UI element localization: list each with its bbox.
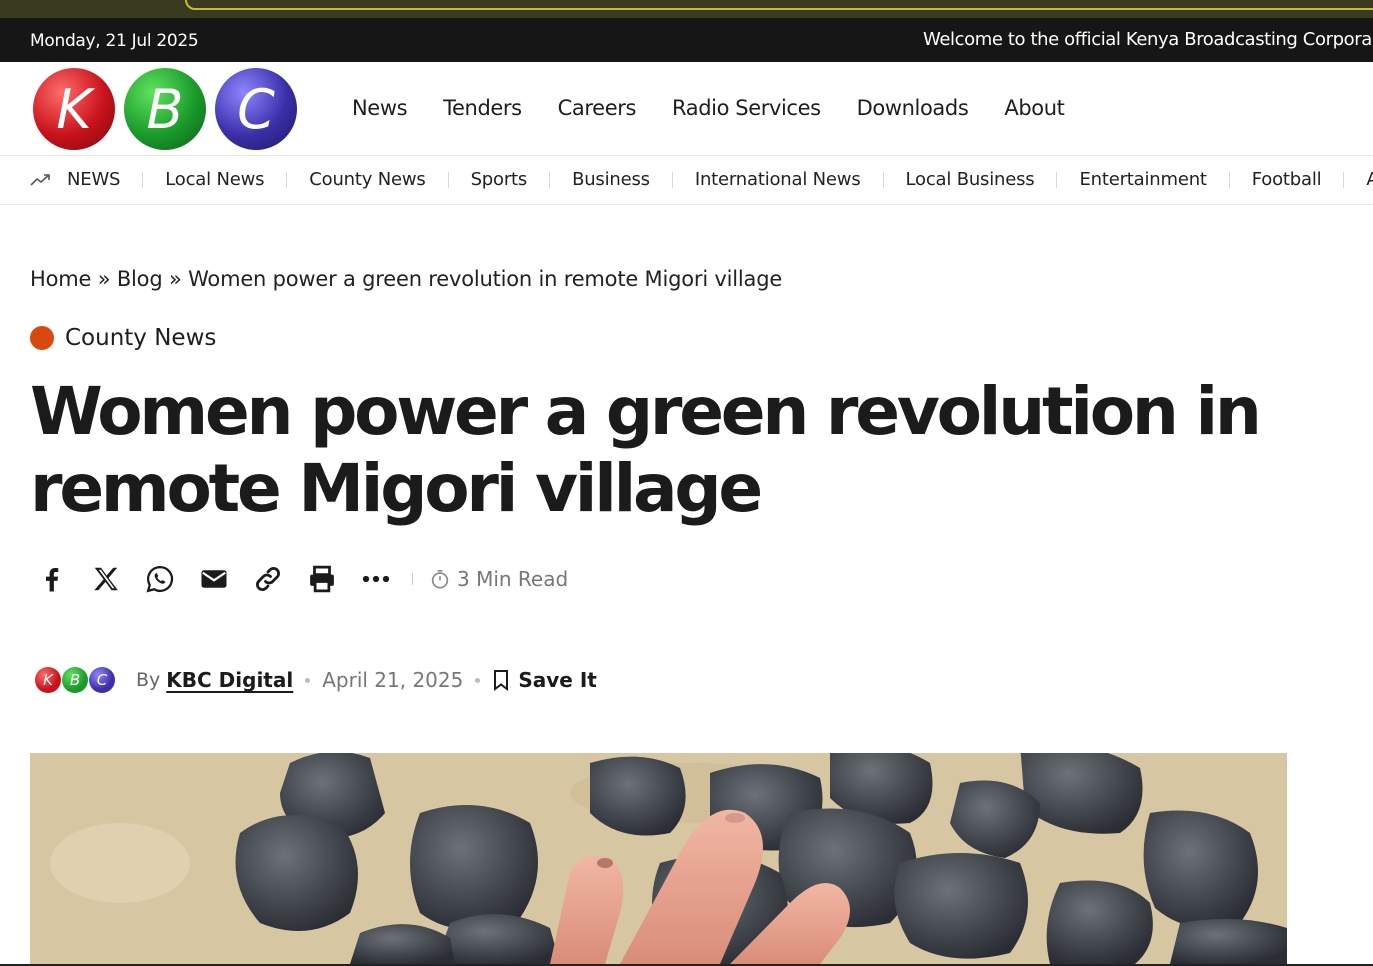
cat-international-news[interactable]: International News — [695, 169, 861, 190]
logo-letter-k: K — [33, 68, 115, 150]
author-avatar[interactable]: K B C — [35, 667, 116, 693]
trending-up-icon — [30, 173, 50, 186]
breadcrumb-home[interactable]: Home — [30, 267, 91, 291]
nav-downloads[interactable]: Downloads — [857, 96, 969, 120]
by-label: By — [136, 669, 161, 691]
whatsapp-icon[interactable] — [144, 563, 176, 595]
cat-local-news[interactable]: Local News — [165, 169, 264, 190]
article-meta: K B C By KBC Digital April 21, 2025 Save… — [35, 662, 597, 698]
kbc-logo[interactable]: K B C — [33, 68, 299, 150]
article-title: Women power a green revolution in remote… — [30, 373, 1262, 527]
share-bar: 3 Min Read — [36, 562, 568, 596]
meta-bullet — [475, 677, 481, 683]
site-header: K B C News Tenders Careers Radio Service… — [0, 62, 1373, 156]
article-category[interactable]: County News — [30, 325, 216, 351]
stopwatch-icon — [431, 569, 449, 589]
save-label: Save It — [518, 668, 597, 692]
nav-careers[interactable]: Careers — [558, 96, 637, 120]
link-icon[interactable] — [252, 563, 284, 595]
email-icon[interactable] — [198, 563, 230, 595]
breadcrumb-blog[interactable]: Blog — [117, 267, 163, 291]
breadcrumb-separator: » — [97, 267, 111, 291]
category-nav: NEWS Local News County News Sports Busin… — [0, 156, 1373, 205]
cat-sports[interactable]: Sports — [471, 169, 528, 190]
bookmark-icon — [494, 670, 509, 691]
top-strip — [0, 0, 1373, 18]
cat-entertainment[interactable]: Entertainment — [1079, 169, 1206, 190]
hero-image — [30, 753, 1287, 964]
charcoal-briquettes-photo — [30, 753, 1287, 964]
top-bar: Monday, 21 Jul 2025 Welcome to the offic… — [0, 18, 1373, 62]
nav-news[interactable]: News — [352, 96, 408, 120]
print-icon[interactable] — [306, 563, 338, 595]
x-icon[interactable] — [90, 563, 122, 595]
breadcrumb-current: Women power a green revolution in remote… — [188, 267, 783, 291]
save-button[interactable]: Save It — [492, 668, 597, 692]
cat-africa[interactable]: Af — [1366, 169, 1373, 190]
nav-tenders[interactable]: Tenders — [443, 96, 522, 120]
read-time: 3 Min Read — [429, 567, 568, 591]
breadcrumb: Home » Blog » Women power a green revolu… — [30, 267, 782, 291]
publish-date: April 21, 2025 — [322, 668, 464, 692]
facebook-icon[interactable] — [36, 563, 68, 595]
news-ticker[interactable]: Welcome to the official Kenya Broadcasti… — [923, 29, 1372, 50]
breadcrumb-separator: » — [168, 267, 182, 291]
share-divider — [412, 573, 413, 585]
more-icon[interactable] — [360, 563, 392, 595]
read-time-label: 3 Min Read — [457, 567, 569, 591]
cat-local-business[interactable]: Local Business — [906, 169, 1035, 190]
meta-bullet — [305, 677, 311, 683]
cat-news[interactable]: NEWS — [67, 169, 120, 190]
cat-business[interactable]: Business — [572, 169, 650, 190]
nav-about[interactable]: About — [1004, 96, 1064, 120]
cat-football[interactable]: Football — [1252, 169, 1322, 190]
category-dot — [30, 326, 54, 350]
nav-radio-services[interactable]: Radio Services — [672, 96, 821, 120]
author-link[interactable]: KBC Digital — [166, 668, 293, 692]
cat-county-news[interactable]: County News — [309, 169, 425, 190]
logo-letter-b: B — [124, 68, 206, 150]
category-label: County News — [65, 325, 217, 351]
logo-letter-c: C — [215, 68, 297, 150]
current-date: Monday, 21 Jul 2025 — [30, 31, 199, 51]
main-nav: News Tenders Careers Radio Services Down… — [352, 96, 1065, 120]
